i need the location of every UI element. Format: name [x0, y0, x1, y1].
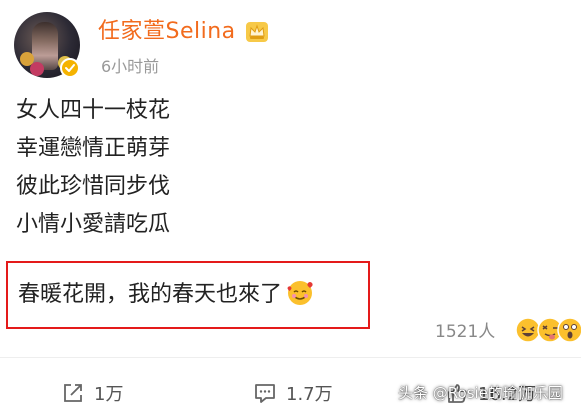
verified-badge-icon [60, 58, 80, 78]
post-time: 6小时前 [101, 57, 160, 76]
username-link[interactable]: 任家萱Selina [98, 16, 236, 48]
post-line: 小情小愛請吃瓜 [16, 212, 171, 237]
smiling-face-with-hearts-icon [287, 281, 313, 305]
post-body: 女人四十一枝花 幸運戀情正萌芽 彼此珍惜同步伐 小情小愛請吃瓜 [16, 92, 170, 244]
post-line: 彼此珍惜同步伐 [16, 174, 171, 199]
comment-count: 1.7万 [286, 384, 333, 405]
share-icon [64, 384, 82, 402]
astonished-face-icon [557, 317, 581, 343]
share-button[interactable]: 1万 [62, 380, 123, 406]
comment-button[interactable]: 1.7万 [254, 380, 333, 406]
highlighted-line-box: 春暖花開，我的春天也來了 [6, 261, 370, 329]
crown-icon [246, 22, 268, 42]
like-count[interactable]: 1521人 [435, 320, 495, 344]
highlighted-line: 春暖花開，我的春天也來了 [18, 280, 314, 310]
share-count: 1万 [94, 384, 124, 405]
post-line: 幸運戀情正萌芽 [16, 136, 171, 161]
post-line: 女人四十一枝花 [16, 98, 171, 123]
comment-icon [255, 384, 275, 403]
divider [0, 357, 581, 358]
highlighted-line-text: 春暖花開，我的春天也來了 [18, 282, 283, 307]
avatar-flower [30, 62, 44, 76]
watermark: 头条 @Rosie的瑜伽乐园 [398, 384, 563, 402]
